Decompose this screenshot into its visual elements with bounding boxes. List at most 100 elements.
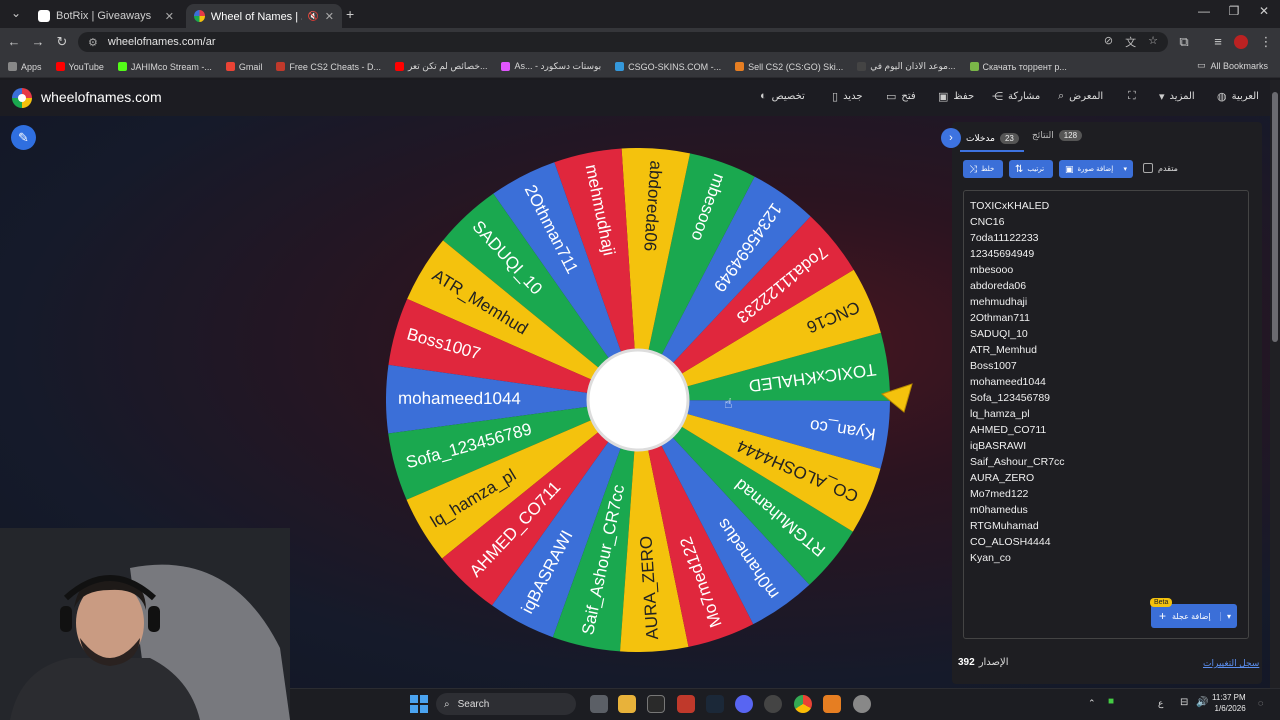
add-image-button[interactable]: ▣ إضافة صورة ▾ — [1059, 160, 1133, 178]
discord-icon[interactable] — [735, 695, 753, 713]
restore-icon[interactable]: ❐ — [1220, 4, 1248, 18]
taskbar-search[interactable]: ⌕ Search — [436, 693, 576, 715]
back-icon[interactable]: ← — [4, 34, 24, 49]
folder-icon: ▭ — [886, 91, 897, 103]
address-bar[interactable]: ⚙ wheelofnames.com/ar ⊘ 文 ☆ — [78, 32, 1168, 52]
collapse-panel-icon[interactable]: › — [941, 128, 961, 148]
entries-list[interactable]: TOXICxKHALED CNC16 7oda11122233 12345694949… — [970, 198, 1065, 566]
quick-add-label: إضافة عجلة — [1172, 611, 1211, 621]
tab-search-icon[interactable]: ⌄ — [2, 6, 30, 20]
bookmark-favicon-icon — [276, 62, 286, 71]
reload-icon[interactable]: ↻ — [52, 34, 72, 50]
app-g-icon[interactable] — [647, 695, 665, 713]
bookmark-item[interactable]: JAHIMco Stream -... — [117, 61, 212, 72]
bookmark-item[interactable]: خصائص لم تكن تعر... — [394, 61, 487, 72]
windows-start-icon[interactable] — [410, 695, 428, 713]
file-explorer-icon[interactable] — [618, 695, 636, 713]
shuffle-button[interactable]: ⤨ خلط — [963, 160, 1003, 178]
app-orange-icon[interactable] — [823, 695, 841, 713]
profile-avatar[interactable] — [1234, 35, 1248, 49]
menu-item-fullscreen[interactable]: ⛶ — [1128, 90, 1141, 103]
tray-app-icon[interactable]: ■ — [1108, 696, 1114, 707]
wheel-center-hub[interactable] — [586, 348, 690, 452]
clock-time: 11:37 PM — [1212, 693, 1246, 702]
volume-icon[interactable]: 🔊 — [1196, 697, 1208, 708]
wheel-logo-icon[interactable] — [12, 88, 32, 108]
minimize-icon[interactable]: — — [1190, 4, 1218, 18]
list-item: 2Othman711 — [970, 312, 1030, 324]
list-item: m0hamedus — [970, 504, 1028, 516]
bookmark-item[interactable]: Apps — [8, 62, 42, 72]
bookmark-favicon-icon — [394, 62, 404, 71]
mute-tab-icon[interactable]: 🔇 — [308, 11, 319, 22]
version-number: 392 — [958, 657, 975, 668]
menu-item-search[interactable]: ⌕ المعرض — [1058, 90, 1103, 103]
wheel-of-names[interactable]: Kyan_coTOXICxKHALEDCNC167oda111222331234… — [386, 148, 890, 652]
bookmark-label: YouTube — [68, 61, 104, 72]
app-red-icon[interactable] — [677, 695, 695, 713]
close-window-icon[interactable]: ✕ — [1250, 4, 1278, 18]
site-brand[interactable]: wheelofnames.com — [41, 89, 162, 105]
bookmark-label: JAHIMco Stream -... — [130, 61, 212, 72]
close-tab-icon[interactable]: ✕ — [325, 10, 334, 23]
bookmark-item[interactable]: موعد الاذان اليوم في... — [857, 61, 956, 72]
tab-results[interactable]: النتائج 128 — [1032, 130, 1083, 141]
tab-botrix[interactable]: BotRix | Giveaways ✕ — [30, 4, 182, 28]
new-tab-button[interactable]: + — [346, 6, 354, 22]
tray-chevron-icon[interactable]: ⌃ — [1088, 698, 1096, 709]
tab-title: Wheel of Names | العشوائي — [210, 10, 302, 23]
menu-item-globe[interactable]: ◍ العربية — [1217, 90, 1259, 103]
chevron-down-icon[interactable]: ▾ — [1219, 611, 1231, 621]
bookmark-item[interactable]: Скачать торрент р... — [969, 62, 1067, 72]
all-bookmarks-button[interactable]: ▭ All Bookmarks — [1197, 60, 1268, 71]
task-view-icon[interactable] — [590, 695, 608, 713]
chrome-menu-icon[interactable]: ⋮ — [1256, 34, 1276, 50]
quick-add-wheel-button[interactable]: + إضافة عجلة ▾ — [1151, 604, 1237, 628]
changelog-link[interactable]: سجل التغييرات — [1203, 658, 1259, 669]
site-info-icon[interactable]: ⚙ — [88, 36, 98, 49]
bookmark-item[interactable]: YouTube — [55, 61, 104, 72]
app-circle-icon[interactable] — [764, 695, 782, 713]
advanced-checkbox[interactable] — [1143, 163, 1153, 173]
scrollbar-thumb[interactable] — [1272, 92, 1278, 342]
bookmark-item[interactable]: Gmail — [225, 62, 262, 72]
media-icon[interactable]: ⊘ — [1104, 34, 1113, 50]
menu-item-new-file[interactable]: ▯ جديد — [832, 90, 863, 103]
beta-badge: Beta — [1150, 598, 1173, 607]
bookmark-item[interactable]: As... - بوستات دسكورد — [501, 61, 601, 72]
menu-item-share[interactable]: ⋲ مشاركة — [992, 90, 1040, 103]
chrome-icon[interactable] — [794, 695, 812, 713]
tab-wheel-of-names[interactable]: Wheel of Names | العشوائي 🔇 ✕ — [186, 4, 342, 28]
search-icon: ⌕ — [444, 698, 450, 710]
menu-item-save[interactable]: ▣ حفظ — [938, 90, 974, 103]
taskbar-clock[interactable]: 11:37 PM 1/6/2026 — [1212, 692, 1246, 714]
settings-gear-icon[interactable] — [853, 695, 871, 713]
extensions-icon[interactable]: ⧉ — [1174, 34, 1194, 50]
image-icon: ▣ — [1065, 163, 1074, 174]
save-icon: ▣ — [938, 91, 949, 103]
menu-item-folder[interactable]: ▭ فتح — [886, 90, 916, 103]
menu-item-palette[interactable]: ◐ تخصيص — [760, 90, 805, 102]
bookmark-item[interactable]: CSGO-SKINS.COM -... — [615, 62, 721, 72]
bookmark-star-icon[interactable]: ☆ — [1148, 34, 1158, 50]
bookmark-favicon-icon — [615, 62, 625, 71]
advanced-toggle[interactable]: متقدم — [1143, 163, 1178, 173]
network-icon[interactable]: ⊟ — [1180, 697, 1188, 708]
keyboard-language[interactable]: ع — [1158, 698, 1163, 709]
notifications-icon[interactable]: ◌ — [1258, 698, 1263, 708]
translate-icon[interactable]: 文 — [1125, 34, 1136, 50]
menu-item-chevron-down[interactable]: ▾ المزيد — [1159, 90, 1195, 103]
entries-count-badge: 23 — [999, 132, 1019, 144]
tab-entries[interactable]: › مدخلات 23 — [941, 128, 1019, 148]
bookmark-item[interactable]: Free CS2 Cheats - D... — [276, 62, 381, 72]
forward-icon[interactable]: → — [28, 34, 48, 49]
bookmark-label: As... - بوستات دسكورد — [514, 61, 602, 71]
close-tab-icon[interactable]: ✕ — [165, 10, 174, 23]
list-item: ATR_Memhud — [970, 344, 1037, 356]
edit-pencil-icon[interactable]: ✎ — [11, 125, 36, 150]
list-item: Mo7med122 — [970, 488, 1029, 500]
steam-icon[interactable] — [706, 695, 724, 713]
sort-button[interactable]: ⇅ ترتيب — [1009, 160, 1053, 178]
bookmark-item[interactable]: Sell CS2 (CS:GO) Ski... — [735, 62, 843, 72]
reading-list-icon[interactable]: ≡ — [1208, 34, 1228, 49]
